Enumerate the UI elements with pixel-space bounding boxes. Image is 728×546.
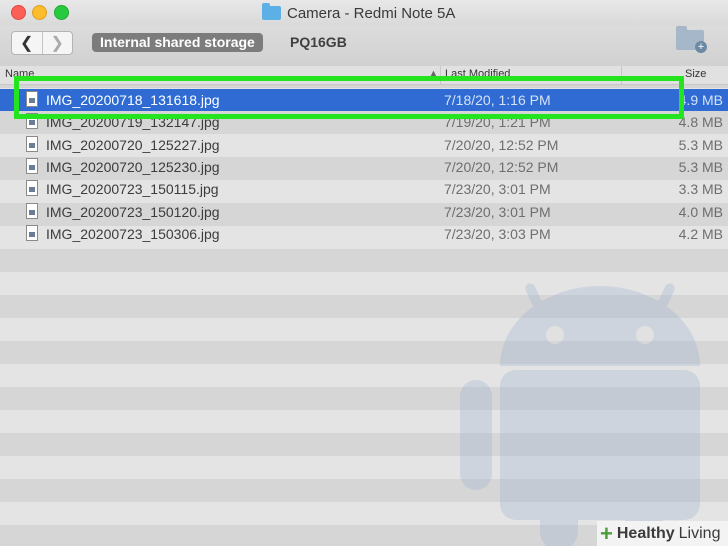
file-modified: 7/20/20, 12:52 PM: [444, 158, 559, 175]
image-file-icon: [26, 224, 38, 241]
file-size: 4.8 MB: [678, 114, 723, 131]
file-name: IMG_20200720_125227.jpg: [46, 136, 220, 153]
title-bar: Camera - Redmi Note 5A: [0, 0, 728, 26]
image-file-icon: [26, 202, 38, 219]
file-row[interactable]: IMG_20200720_125230.jpg 7/20/20, 12:52 PM…: [0, 156, 728, 178]
file-name: IMG_20200723_150115.jpg: [46, 181, 219, 198]
forward-button[interactable]: ❯: [41, 32, 73, 54]
file-modified: 7/20/20, 12:52 PM: [444, 136, 559, 153]
back-button[interactable]: ❮: [12, 32, 42, 54]
window-title: Camera - Redmi Note 5A: [262, 3, 456, 22]
file-size: 4.2 MB: [678, 225, 723, 242]
close-button[interactable]: [11, 5, 26, 20]
file-row[interactable]: IMG_20200723_150115.jpg 7/23/20, 3:01 PM 3…: [0, 178, 728, 200]
file-size: 4.9 MB: [678, 92, 723, 108]
file-row[interactable]: IMG_20200723_150306.jpg 7/23/20, 3:03 PM 4…: [0, 223, 728, 245]
file-modified: 7/23/20, 3:01 PM: [444, 203, 551, 220]
plus-icon: +: [600, 520, 613, 546]
new-folder-icon[interactable]: +: [676, 26, 707, 53]
storage-breadcrumb[interactable]: Internal shared storage: [92, 33, 263, 52]
android-robot-icon: [460, 283, 700, 546]
image-file-icon: [26, 180, 38, 197]
device-label: PQ16GB: [290, 34, 347, 50]
toolbar: ❮ ❯ Internal shared storage PQ16GB +: [0, 26, 728, 67]
file-list: IMG_20200718_131618.jpg 7/18/20, 1:16 PM 4…: [0, 88, 728, 546]
file-size: 5.3 MB: [678, 158, 723, 175]
folder-icon: [262, 3, 281, 20]
image-file-icon: [26, 157, 38, 174]
window-title-text: Camera - Redmi Note 5A: [287, 4, 456, 22]
file-row[interactable]: IMG_20200723_150120.jpg 7/23/20, 3:01 PM 4…: [0, 201, 728, 223]
watermark-badge: + Healthy Living: [597, 521, 728, 546]
minimize-button[interactable]: [32, 5, 47, 20]
file-size: 4.0 MB: [678, 203, 723, 220]
zoom-button[interactable]: [54, 5, 69, 20]
image-file-icon: [26, 135, 38, 152]
file-name: IMG_20200723_150306.jpg: [46, 225, 220, 242]
file-name: IMG_20200723_150120.jpg: [46, 203, 220, 220]
badge-brand: Healthy: [616, 524, 675, 542]
file-modified: 7/23/20, 3:03 PM: [444, 225, 551, 242]
file-size: 5.3 MB: [678, 136, 723, 153]
file-modified: 7/23/20, 3:01 PM: [444, 181, 551, 198]
column-size[interactable]: Size: [685, 68, 706, 80]
file-row[interactable]: IMG_20200720_125227.jpg 7/20/20, 12:52 PM…: [0, 134, 728, 156]
file-size: 3.3 MB: [678, 181, 723, 198]
badge-brand-2: Living: [678, 524, 721, 542]
navigation-buttons: ❮ ❯: [11, 31, 73, 55]
highlight-box: [14, 76, 684, 119]
file-name: IMG_20200720_125230.jpg: [46, 158, 220, 175]
